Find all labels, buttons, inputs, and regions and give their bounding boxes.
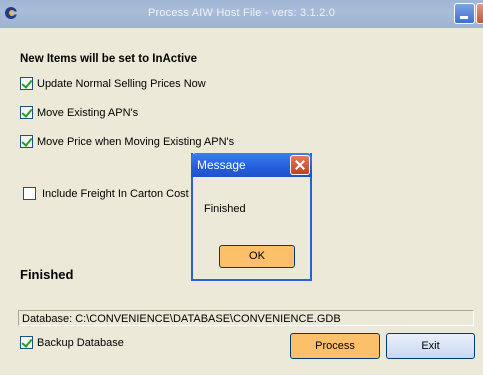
close-button[interactable]	[476, 3, 483, 24]
update-prices-option[interactable]: Update Normal Selling Prices Now	[20, 77, 206, 90]
include-freight-checkbox[interactable]	[23, 187, 36, 200]
move-price-option[interactable]: Move Price when Moving Existing APN's	[20, 135, 234, 148]
move-apns-checkbox[interactable]	[20, 106, 33, 119]
backup-checkbox[interactable]	[20, 336, 33, 349]
exit-button[interactable]: Exit	[386, 333, 475, 359]
include-freight-label: Include Freight In Carton Cost	[42, 187, 189, 200]
message-text: Finished	[204, 203, 246, 215]
main-window: Process AIW Host File - vers: 3.1.2.0 Ne…	[0, 0, 483, 375]
update-prices-label: Update Normal Selling Prices Now	[37, 77, 206, 90]
update-prices-checkbox[interactable]	[20, 77, 33, 90]
message-title: Message	[197, 158, 246, 172]
options-heading: New Items will be set to InActive	[20, 53, 198, 65]
message-close-icon[interactable]	[290, 155, 310, 175]
minimize-button[interactable]	[454, 3, 475, 24]
message-dialog: Message Finished OK	[191, 153, 312, 281]
status-text: Finished	[20, 267, 74, 282]
move-apns-option[interactable]: Move Existing APN's	[20, 106, 138, 119]
window-title: Process AIW Host File - vers: 3.1.2.0	[147, 7, 336, 19]
move-apns-label: Move Existing APN's	[37, 106, 139, 119]
database-path: Database: C:\CONVENIENCE\DATABASE\CONVEN…	[18, 310, 474, 326]
title-bar[interactable]: Process AIW Host File - vers: 3.1.2.0	[0, 0, 483, 28]
message-ok-button[interactable]: OK	[219, 245, 295, 268]
include-freight-option[interactable]: Include Freight In Carton Cost	[23, 187, 189, 200]
backup-option[interactable]: Backup Database	[20, 336, 124, 349]
move-price-checkbox[interactable]	[20, 135, 33, 148]
move-price-label: Move Price when Moving Existing APN's	[37, 135, 235, 148]
backup-label: Backup Database	[37, 336, 124, 349]
process-button[interactable]: Process	[290, 333, 380, 359]
